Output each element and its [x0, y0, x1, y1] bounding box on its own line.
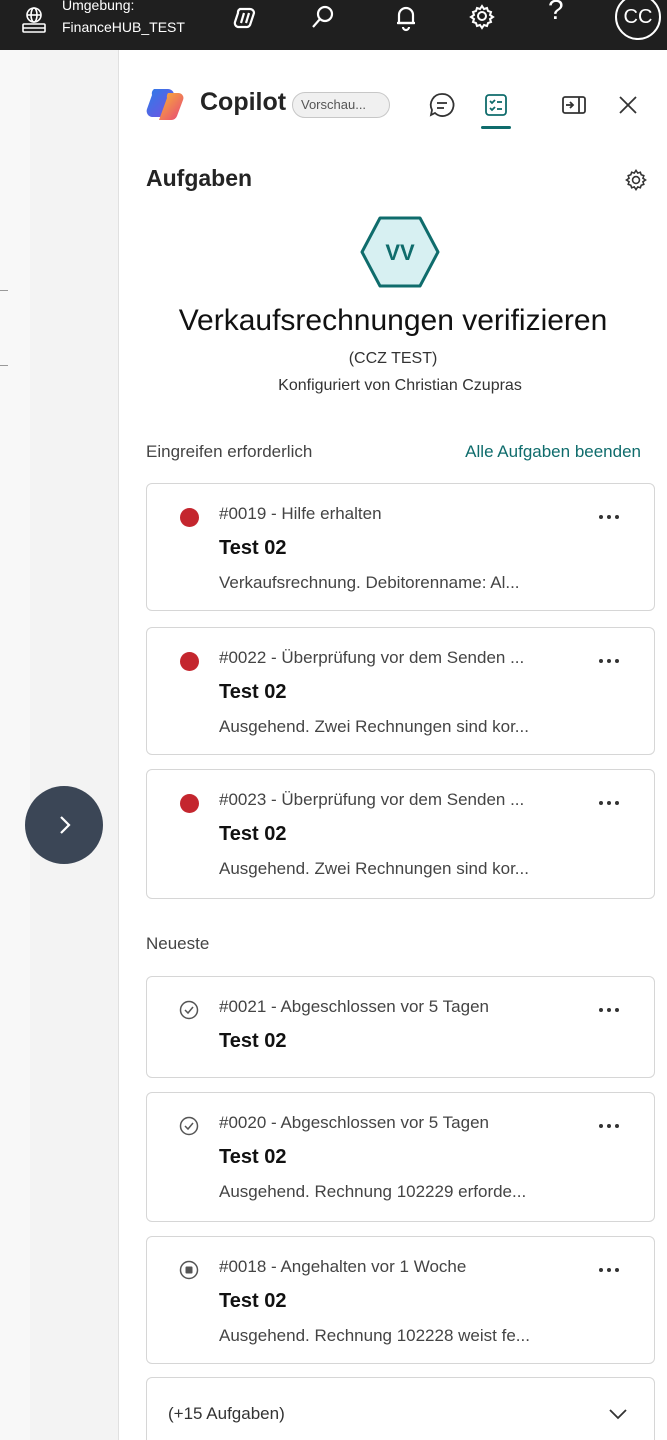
- task-card[interactable]: #0023 - Überprüfung vor dem Senden ... T…: [146, 769, 655, 899]
- panel-title: Copilot: [200, 88, 287, 116]
- task-description: Ausgehend. Zwei Rechnungen sind kor...: [219, 859, 529, 878]
- task-card[interactable]: #0019 - Hilfe erhalten Test 02 Verkaufsr…: [146, 483, 655, 611]
- user-avatar[interactable]: CC: [615, 0, 661, 40]
- task-heading: #0019 - Hilfe erhalten: [219, 504, 382, 523]
- more-options-icon[interactable]: [589, 997, 629, 1023]
- attention-group-label: Eingreifen erforderlich: [146, 442, 313, 461]
- completed-check-icon: [178, 999, 200, 1021]
- show-more-tasks[interactable]: (+15 Aufgaben): [146, 1377, 655, 1440]
- dock-panel-icon[interactable]: [557, 88, 591, 122]
- more-options-icon[interactable]: [589, 648, 629, 674]
- search-icon[interactable]: [305, 0, 341, 36]
- paused-stop-icon: [178, 1259, 200, 1281]
- agent-environment: (CCZ TEST): [348, 350, 438, 367]
- attention-status-icon: [178, 650, 200, 672]
- task-title: Test 02: [219, 1146, 287, 1168]
- chevron-right-icon: [60, 816, 71, 834]
- task-card[interactable]: #0022 - Überprüfung vor dem Senden ... T…: [146, 627, 655, 755]
- task-title: Test 02: [219, 1030, 287, 1052]
- close-icon[interactable]: [611, 88, 645, 122]
- task-card[interactable]: #0018 - Angehalten vor 1 Woche Test 02 A…: [146, 1236, 655, 1364]
- task-description: Verkaufsrechnung. Debitorenname: Al...: [219, 573, 520, 592]
- task-title: Test 02: [219, 681, 287, 703]
- bell-icon[interactable]: [388, 0, 424, 36]
- agent-name: Verkaufsrechnungen verifizieren: [178, 304, 608, 337]
- tasks-tab-icon[interactable]: [479, 88, 513, 122]
- divider: [0, 365, 8, 366]
- environment-icon[interactable]: [20, 6, 48, 34]
- task-title: Test 02: [219, 1290, 287, 1312]
- more-options-icon[interactable]: [589, 790, 629, 816]
- task-title: Test 02: [219, 823, 287, 845]
- environment-name: FinanceHUB_TEST: [62, 19, 185, 35]
- task-card[interactable]: #0021 - Abgeschlossen vor 5 Tagen Test 0…: [146, 976, 655, 1078]
- completed-check-icon: [178, 1115, 200, 1137]
- attention-status-icon: [178, 506, 200, 528]
- more-tasks-label: (+15 Aufgaben): [168, 1404, 285, 1423]
- section-title: Aufgaben: [146, 165, 253, 191]
- task-heading: #0020 - Abgeschlossen vor 5 Tagen: [219, 1113, 489, 1132]
- task-card[interactable]: #0020 - Abgeschlossen vor 5 Tagen Test 0…: [146, 1092, 655, 1222]
- attention-status-icon: [178, 792, 200, 814]
- agent-configured-by: Konfiguriert von Christian Czupras: [278, 377, 522, 394]
- task-title: Test 02: [219, 537, 287, 559]
- environment-selector[interactable]: Umgebung: FinanceHUB_TEST: [62, 0, 185, 38]
- agent-avatar: VV: [359, 215, 441, 289]
- divider: [0, 290, 8, 291]
- task-description: Ausgehend. Rechnung 102228 weist fe...: [219, 1326, 530, 1345]
- settings-icon[interactable]: [619, 163, 653, 197]
- recent-group-label: Neueste: [146, 934, 210, 953]
- more-options-icon[interactable]: [589, 1257, 629, 1283]
- more-options-icon[interactable]: [589, 504, 629, 530]
- copilot-logo-icon: [146, 89, 184, 121]
- more-options-icon[interactable]: [589, 1113, 629, 1139]
- expand-button[interactable]: [25, 786, 103, 864]
- task-description: Ausgehend. Rechnung 102229 erforde...: [219, 1182, 527, 1201]
- task-heading: #0022 - Überprüfung vor dem Senden ...: [219, 648, 525, 667]
- top-bar: Umgebung: FinanceHUB_TEST ? CC: [0, 0, 667, 50]
- task-heading: #0018 - Angehalten vor 1 Woche: [219, 1257, 467, 1276]
- chat-icon[interactable]: [425, 88, 459, 122]
- chevron-down-icon: [609, 1409, 627, 1420]
- preview-badge: Vorschau...: [292, 92, 390, 118]
- gear-icon[interactable]: [464, 0, 500, 36]
- copilot-icon[interactable]: [228, 0, 264, 36]
- help-icon[interactable]: ?: [548, 0, 564, 26]
- agent-initials: VV: [385, 240, 415, 265]
- task-description: Ausgehend. Zwei Rechnungen sind kor...: [219, 717, 529, 736]
- task-heading: #0023 - Überprüfung vor dem Senden ...: [219, 790, 525, 809]
- navigation-strip: [0, 50, 30, 1440]
- end-all-tasks-link[interactable]: Alle Aufgaben beenden: [465, 442, 641, 462]
- active-tab-indicator: [481, 126, 511, 129]
- task-heading: #0021 - Abgeschlossen vor 5 Tagen: [219, 997, 489, 1016]
- copilot-panel: Copilot Vorschau... Aufgaben VV Verkaufs…: [119, 50, 667, 1440]
- environment-label: Umgebung:: [62, 0, 135, 13]
